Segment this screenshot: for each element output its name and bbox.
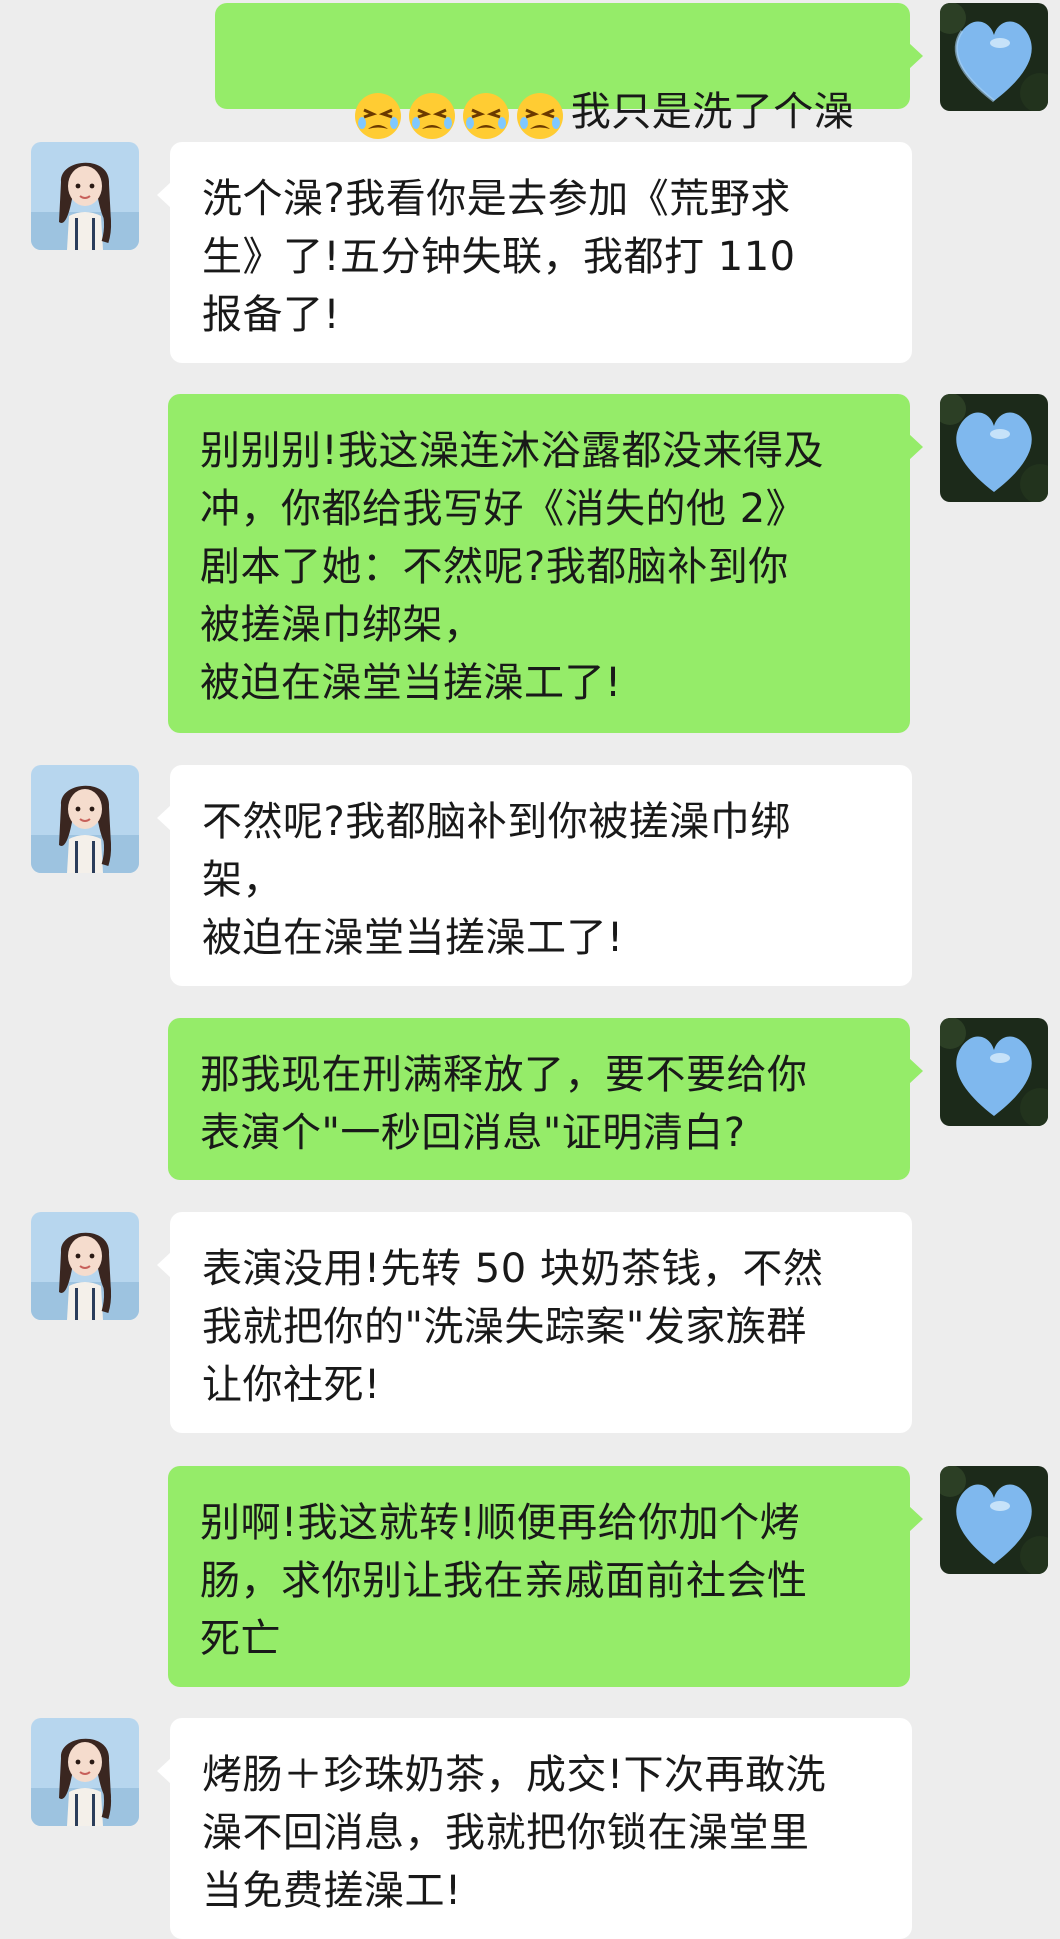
message-text-line: 别啊!我这就转!顺便再给你加个烤 (200, 1500, 801, 1546)
message-text-line: 洗个澡?我看你是去参加《荒野求 (202, 176, 791, 222)
girl-avatar[interactable] (31, 765, 139, 873)
message-text-line: 架， (202, 857, 283, 903)
message-text-line: 当免费搓澡工! (202, 1868, 462, 1914)
message-text-line: 报备了! (202, 292, 341, 338)
message-text-line: 被迫在澡堂当搓澡工了! (200, 660, 622, 706)
girl-avatar[interactable] (31, 1718, 139, 1826)
message-text-line: 被搓澡巾绑架， (200, 602, 484, 648)
message-bubble[interactable]: 烤肠＋珍珠奶茶，成交!下次再敢洗 澡不回消息，我就把你锁在澡堂里 当免费搓澡工! (157, 1718, 912, 1939)
message-text-line: 烤肠＋珍珠奶茶，成交!下次再敢洗 (202, 1752, 827, 1798)
message-text-line: 别别别!我这澡连沐浴露都没来得及 (200, 428, 825, 474)
message-bubble[interactable]: 洗个澡?我看你是去参加《荒野求 生》了!五分钟失联，我都打 110 报备了! (157, 142, 912, 363)
heart-sky-avatar[interactable] (940, 1466, 1048, 1574)
message-text-line: 生》了!五分钟失联，我都打 110 (202, 234, 796, 280)
message-text-line: 那我现在刑满释放了，要不要给你 (200, 1052, 808, 1098)
message-text-line: 表演个"一秒回消息"证明清白? (200, 1110, 746, 1156)
message-text-line: 表演没用!先转 50 块奶茶钱，不然 (202, 1246, 824, 1292)
message-text-line: 被迫在澡堂当搓澡工了! (202, 915, 624, 961)
message-text-line: 死亡 (200, 1616, 281, 1662)
heart-sky-avatar[interactable] (940, 394, 1048, 502)
emoji-group (353, 89, 569, 139)
message-text-line: 剧本了她：不然呢?我都脑补到你 (200, 544, 789, 590)
message-text-line: 冲，你都给我写好《消失的他 2》 (200, 486, 807, 532)
message-bubble[interactable]: 我只是洗了个澡而已 (215, 3, 923, 193)
message-bubble[interactable]: 表演没用!先转 50 块奶茶钱，不然 我就把你的"洗澡失踪案"发家族群 让你社死… (157, 1212, 912, 1433)
message-text-line: 让你社死! (202, 1362, 381, 1408)
message-bubble[interactable]: 那我现在刑满释放了，要不要给你 表演个"一秒回消息"证明清白? (168, 1018, 923, 1180)
tired-face-emoji (461, 91, 511, 141)
girl-avatar[interactable] (31, 1212, 139, 1320)
tired-face-emoji (353, 91, 403, 141)
message-bubble[interactable]: 不然呢?我都脑补到你被搓澡巾绑 架， 被迫在澡堂当搓澡工了! (157, 765, 912, 986)
message-bubble[interactable]: 别别别!我这澡连沐浴露都没来得及 冲，你都给我写好《消失的他 2》 剧本了她：不… (168, 394, 923, 733)
message-text-line: 肠，求你别让我在亲戚面前社会性 (200, 1558, 808, 1604)
chat-message-list[interactable]: 我只是洗了个澡而已 洗个澡?我看你是去参加《荒野求 生》了!五分钟失联，我都打 … (0, 0, 1060, 1939)
message-text-line: 不然呢?我都脑补到你被搓澡巾绑 (202, 799, 791, 845)
message-text-line: 澡不回消息，我就把你锁在澡堂里 (202, 1810, 810, 1856)
heart-sky-avatar[interactable] (940, 3, 1048, 111)
tired-face-emoji (407, 91, 457, 141)
message-bubble[interactable]: 别啊!我这就转!顺便再给你加个烤 肠，求你别让我在亲戚面前社会性 死亡 (168, 1466, 923, 1687)
message-text-line: 我就把你的"洗澡失踪案"发家族群 (202, 1304, 807, 1350)
heart-sky-avatar[interactable] (940, 1018, 1048, 1126)
tired-face-emoji (515, 91, 565, 141)
girl-avatar[interactable] (31, 142, 139, 250)
